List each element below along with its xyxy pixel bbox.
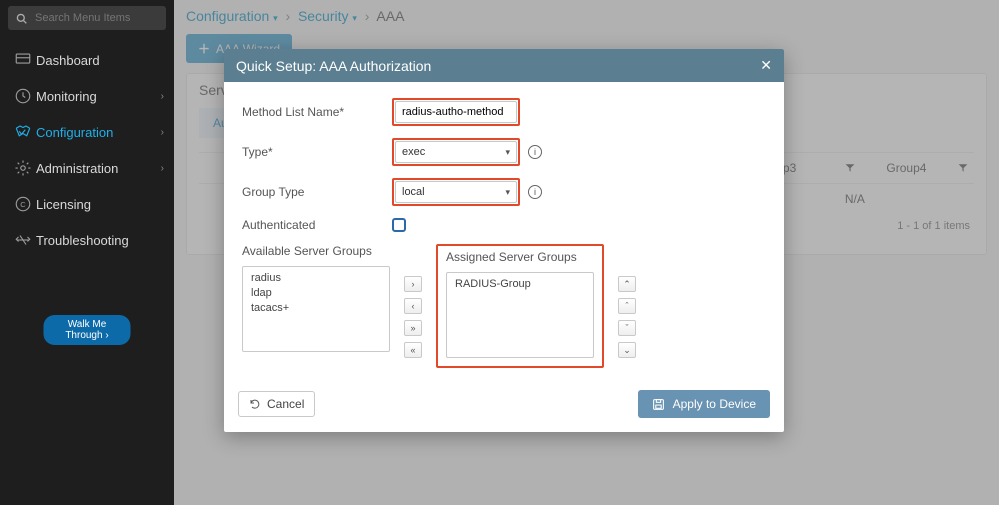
move-left-button[interactable]: ‹ (404, 298, 422, 314)
sidebar-item-label: Configuration (36, 125, 161, 140)
info-icon[interactable]: i (528, 185, 542, 199)
sidebar-item-label: Dashboard (36, 53, 164, 68)
cancel-button[interactable]: Cancel (238, 391, 315, 417)
type-label: Type* (242, 145, 392, 159)
sidebar-item-configuration[interactable]: Configuration › (0, 114, 174, 150)
aaa-authorization-modal: Quick Setup: AAA Authorization ✕ Method … (224, 49, 784, 432)
assigned-groups-listbox[interactable]: RADIUS-Group (446, 272, 594, 358)
method-list-name-input[interactable] (395, 101, 517, 123)
configuration-icon (10, 123, 36, 141)
list-item[interactable]: RADIUS-Group (455, 277, 585, 292)
type-select[interactable]: exec ▾ (395, 141, 517, 163)
administration-icon (10, 159, 36, 177)
sidebar-item-licensing[interactable]: C Licensing (0, 186, 174, 222)
move-all-right-button[interactable]: » (404, 320, 422, 336)
chevron-right-icon: › (161, 91, 164, 102)
available-groups-label: Available Server Groups (242, 244, 390, 258)
walk-me-through-button[interactable]: Walk Me Through › (44, 315, 131, 345)
chevron-down-icon: ▾ (505, 187, 510, 198)
menu-search[interactable] (8, 6, 166, 30)
sidebar-item-dashboard[interactable]: Dashboard (0, 42, 174, 78)
chevron-right-icon: › (161, 163, 164, 174)
apply-to-device-button[interactable]: Apply to Device (638, 390, 770, 418)
close-icon[interactable]: ✕ (760, 57, 772, 74)
list-item[interactable]: ldap (251, 286, 381, 301)
authenticated-label: Authenticated (242, 218, 392, 232)
sidebar-item-label: Licensing (36, 197, 164, 212)
svg-text:C: C (20, 200, 26, 209)
group-type-select[interactable]: local ▾ (395, 181, 517, 203)
move-right-button[interactable]: › (404, 276, 422, 292)
monitoring-icon (10, 87, 36, 105)
assigned-groups-label: Assigned Server Groups (446, 250, 594, 264)
undo-icon (249, 398, 261, 410)
sidebar-item-monitoring[interactable]: Monitoring › (0, 78, 174, 114)
chevron-down-icon: ▾ (505, 147, 510, 158)
sidebar: Dashboard Monitoring › Configuration › (0, 0, 174, 505)
modal-title: Quick Setup: AAA Authorization (236, 58, 431, 74)
move-down-button[interactable]: ˇ (618, 320, 636, 336)
sidebar-item-label: Administration (36, 161, 161, 176)
sidebar-item-administration[interactable]: Administration › (0, 150, 174, 186)
search-icon (16, 13, 27, 24)
move-bottom-button[interactable]: ⌄ (618, 342, 636, 358)
available-groups-listbox[interactable]: radiusldaptacacs+ (242, 266, 390, 352)
move-all-left-button[interactable]: « (404, 342, 422, 358)
troubleshooting-icon (10, 231, 36, 249)
chevron-right-icon: › (161, 127, 164, 138)
licensing-icon: C (10, 195, 36, 213)
list-item[interactable]: radius (251, 271, 381, 286)
move-up-button[interactable]: ˆ (618, 298, 636, 314)
sidebar-item-label: Monitoring (36, 89, 161, 104)
sidebar-item-troubleshooting[interactable]: Troubleshooting (0, 222, 174, 258)
group-type-label: Group Type (242, 185, 392, 199)
method-list-name-label: Method List Name* (242, 105, 392, 119)
dashboard-icon (10, 51, 36, 69)
menu-search-input[interactable] (33, 11, 158, 25)
save-icon (652, 398, 665, 411)
list-item[interactable]: tacacs+ (251, 301, 381, 316)
authenticated-checkbox[interactable] (392, 218, 406, 232)
move-top-button[interactable]: ⌃ (618, 276, 636, 292)
sidebar-item-label: Troubleshooting (36, 233, 164, 248)
info-icon[interactable]: i (528, 145, 542, 159)
